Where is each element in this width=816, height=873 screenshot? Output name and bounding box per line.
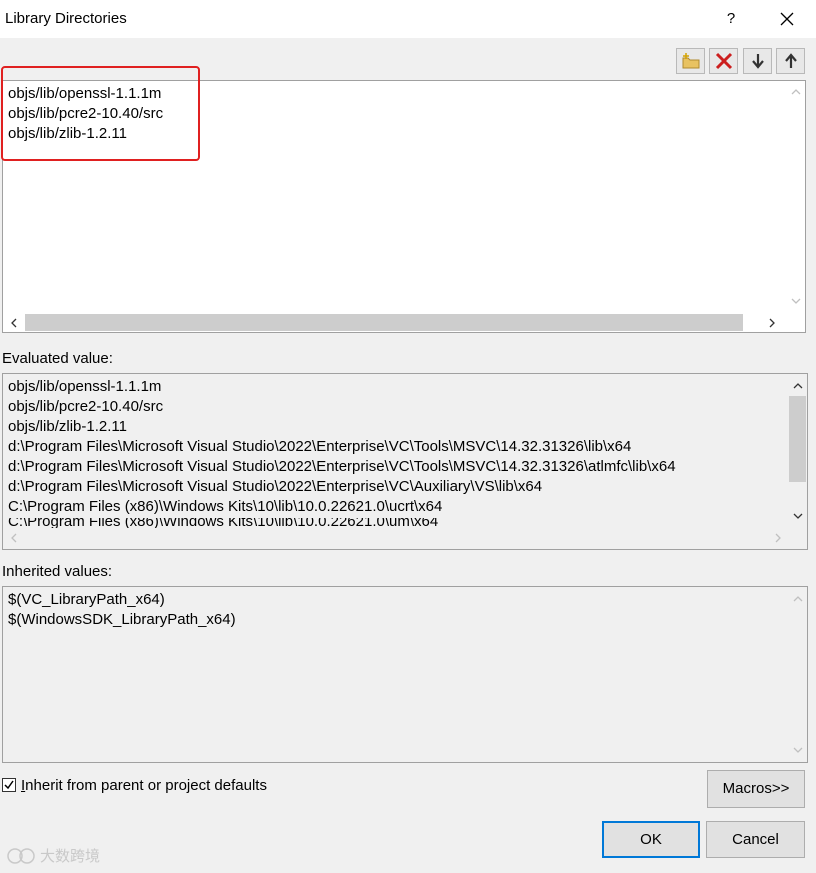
move-down-icon <box>751 54 764 69</box>
move-up-button[interactable] <box>776 48 805 74</box>
scroll-down-arrow-icon[interactable] <box>789 507 806 524</box>
scroll-up-arrow-icon[interactable] <box>789 590 806 607</box>
evaluated-line: d:\Program Files\Microsoft Visual Studio… <box>8 438 632 455</box>
evaluated-value-box[interactable]: objs/lib/openssl-1.1.1m objs/lib/pcre2-1… <box>2 373 808 550</box>
editor-vertical-scrollbar[interactable] <box>786 81 805 313</box>
scroll-up-arrow-icon[interactable] <box>789 377 806 394</box>
evaluated-line: C:\Program Files (x86)\Windows Kits\10\l… <box>8 518 439 528</box>
inherited-values-label: Inherited values: <box>2 563 113 580</box>
inherited-line: $(WindowsSDK_LibraryPath_x64) <box>8 611 236 628</box>
scroll-left-arrow-icon[interactable] <box>5 529 22 546</box>
checkmark-icon <box>4 780 14 790</box>
inherited-values-box[interactable]: $(VC_LibraryPath_x64) $(WindowsSDK_Libra… <box>2 586 808 763</box>
scroll-right-arrow-icon[interactable] <box>769 529 786 546</box>
ok-button[interactable]: OK <box>602 821 700 858</box>
scroll-down-arrow-icon[interactable] <box>789 741 806 758</box>
scroll-down-arrow-icon[interactable] <box>787 292 804 309</box>
close-icon <box>780 12 794 26</box>
new-line-button[interactable] <box>676 48 705 74</box>
editor-horizontal-scrollbar[interactable] <box>3 313 786 332</box>
watermark-text: 大数跨境 <box>40 848 101 865</box>
dialog-title: Library Directories <box>5 10 127 27</box>
inherited-line: $(VC_LibraryPath_x64) <box>8 591 165 608</box>
close-button[interactable] <box>772 4 802 34</box>
editor-line[interactable]: objs/lib/zlib-1.2.11 <box>8 125 127 142</box>
move-up-icon <box>784 53 797 68</box>
evaluated-horizontal-scrollbar[interactable] <box>3 528 790 547</box>
move-down-button[interactable] <box>743 48 772 74</box>
evaluated-line: d:\Program Files\Microsoft Visual Studio… <box>8 458 676 475</box>
inherited-vertical-scrollbar[interactable] <box>788 587 807 762</box>
inherit-checkbox-label[interactable]: Inherit from parent or project defaults <box>21 777 267 794</box>
cancel-button[interactable]: Cancel <box>706 821 805 858</box>
editor-line[interactable]: objs/lib/pcre2-10.40/src <box>8 105 163 122</box>
evaluated-value-label: Evaluated value: <box>2 350 113 367</box>
title-bar: Library Directories ? <box>0 0 816 38</box>
horizontal-scroll-thumb[interactable] <box>25 314 743 331</box>
vertical-scroll-thumb[interactable] <box>789 396 806 482</box>
macros-button-label: Macros>> <box>722 780 790 797</box>
watermark-logo-icon <box>7 847 35 864</box>
delete-icon <box>715 52 732 70</box>
scroll-up-arrow-icon[interactable] <box>787 83 804 100</box>
evaluated-line: objs/lib/pcre2-10.40/src <box>8 398 164 415</box>
evaluated-line: objs/lib/openssl-1.1.1m <box>8 378 162 395</box>
evaluated-line: C:\Program Files (x86)\Windows Kits\10\l… <box>8 498 443 515</box>
inherit-checkbox[interactable] <box>2 778 16 792</box>
help-button[interactable]: ? <box>718 4 744 34</box>
inherit-checkbox-row[interactable]: Inherit from parent or project defaults <box>2 775 267 795</box>
evaluated-vertical-scrollbar[interactable] <box>788 374 807 527</box>
directories-editor[interactable]: objs/lib/openssl-1.1.1m objs/lib/pcre2-1… <box>2 80 806 333</box>
scroll-left-arrow-icon[interactable] <box>5 314 22 331</box>
evaluated-line: objs/lib/zlib-1.2.11 <box>8 418 127 435</box>
editor-line[interactable]: objs/lib/openssl-1.1.1m <box>8 85 161 102</box>
macros-button[interactable]: Macros>> <box>707 770 805 808</box>
new-line-icon <box>682 53 699 69</box>
watermark: 大数跨境 <box>6 845 100 866</box>
scroll-right-arrow-icon[interactable] <box>763 314 780 331</box>
delete-button[interactable] <box>709 48 738 74</box>
evaluated-line: d:\Program Files\Microsoft Visual Studio… <box>8 478 543 495</box>
